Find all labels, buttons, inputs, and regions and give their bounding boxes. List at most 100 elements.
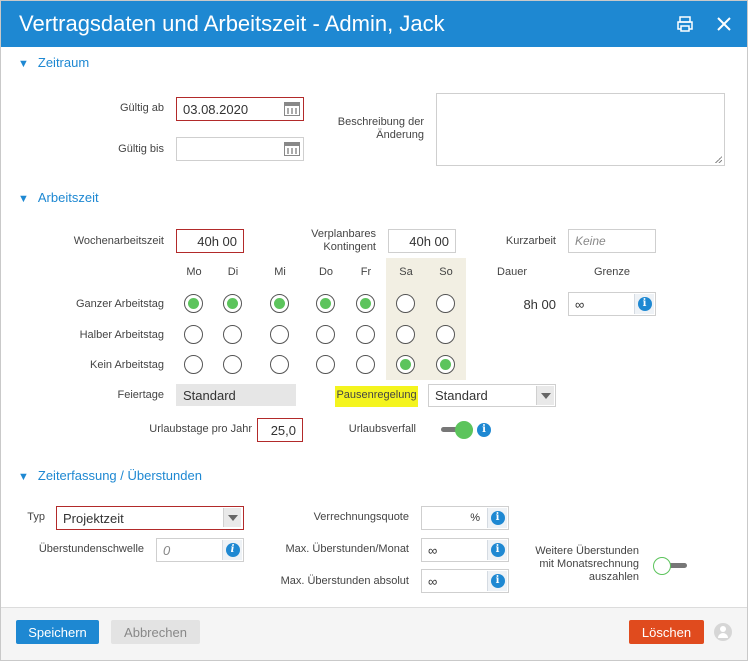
chevron-down-icon[interactable] <box>223 508 241 527</box>
typ-select[interactable]: Projektzeit <box>56 506 244 530</box>
day-header-mi: Mi <box>274 266 286 278</box>
day-radio-do[interactable] <box>316 294 335 313</box>
section-zeiterfassung[interactable]: ▼ Zeiterfassung / Überstunden <box>18 468 202 486</box>
ueberstundenschwelle-input[interactable]: 0 i <box>156 538 244 562</box>
day-radio-do[interactable] <box>316 355 335 374</box>
day-radio-sa[interactable] <box>396 294 415 313</box>
day-radio-sa[interactable] <box>396 325 415 344</box>
gueltig-ab-input[interactable]: 03.08.2020 <box>176 97 304 121</box>
feiertage-field: Standard <box>176 384 296 406</box>
day-radio-mi[interactable] <box>270 325 289 344</box>
urlaubsverfall-toggle[interactable] <box>439 420 475 440</box>
day-radio-mi[interactable] <box>270 355 289 374</box>
percent-unit: % <box>470 512 480 524</box>
info-icon[interactable]: i <box>487 540 507 560</box>
day-radio-di[interactable] <box>223 325 242 344</box>
calendar-icon[interactable] <box>284 142 300 156</box>
info-icon[interactable]: i <box>222 540 242 560</box>
max-monat-value: ∞ <box>428 542 438 558</box>
day-header-fr: Fr <box>360 266 372 278</box>
user-icon[interactable] <box>714 623 732 641</box>
gueltig-bis-input[interactable] <box>176 137 304 161</box>
max-monat-input[interactable]: ∞ i <box>421 538 509 562</box>
urlaubstage-label: Urlaubstage pro Jahr <box>149 423 252 435</box>
calendar-icon[interactable] <box>284 102 300 116</box>
close-icon[interactable] <box>713 13 735 35</box>
verrechnungsquote-label: Verrechnungsquote <box>313 511 409 523</box>
toggle-knob <box>653 557 671 575</box>
save-button[interactable]: Speichern <box>16 620 99 644</box>
max-monat-label: Max. Überstunden/Monat <box>285 543 409 555</box>
day-radio-fr[interactable] <box>356 355 375 374</box>
day-radio-mo[interactable] <box>184 355 203 374</box>
info-icon[interactable]: i <box>477 423 491 437</box>
dialog-title: Vertragsdaten und Arbeitszeit - Admin, J… <box>19 11 445 36</box>
day-header-di: Di <box>227 266 239 278</box>
section-arbeitszeit[interactable]: ▼ Arbeitszeit <box>18 190 99 208</box>
info-icon[interactable]: i <box>487 508 507 528</box>
grenze-value: ∞ <box>575 296 585 312</box>
day-radio-so[interactable] <box>436 355 455 374</box>
pausenregelung-label: Pausenregelung <box>336 389 417 401</box>
max-absolut-input[interactable]: ∞ i <box>421 569 509 593</box>
max-absolut-label: Max. Überstunden absolut <box>280 575 409 587</box>
urlaubsverfall-label: Urlaubsverfall <box>348 423 416 435</box>
verrechnungsquote-input[interactable]: % i <box>421 506 509 530</box>
kurzarbeit-label: Kurzarbeit <box>505 235 556 247</box>
day-radio-mo[interactable] <box>184 325 203 344</box>
print-icon[interactable] <box>674 13 696 35</box>
kurzarbeit-input[interactable]: Keine <box>568 229 656 253</box>
max-absolut-value: ∞ <box>428 573 438 589</box>
day-radio-mi[interactable] <box>270 294 289 313</box>
day-radio-so[interactable] <box>436 325 455 344</box>
day-radio-do[interactable] <box>316 325 335 344</box>
row-label: Halber Arbeitstag <box>79 329 164 341</box>
info-icon[interactable]: i <box>487 571 507 591</box>
kurzarbeit-placeholder: Keine <box>575 234 606 248</box>
day-radio-di[interactable] <box>223 355 242 374</box>
wochenarbeitszeit-label: Wochenarbeitszeit <box>73 235 164 247</box>
section-zeitraum[interactable]: ▼ Zeitraum <box>18 55 89 73</box>
dauer-value: 8h 00 <box>523 297 556 312</box>
section-zeitraum-label: Zeitraum <box>37 55 90 70</box>
delete-button[interactable]: Löschen <box>629 620 704 644</box>
row-label: Kein Arbeitstag <box>90 359 164 371</box>
collapse-icon: ▼ <box>18 193 29 205</box>
day-radio-mo[interactable] <box>184 294 203 313</box>
dialog: Vertragsdaten und Arbeitszeit - Admin, J… <box>0 0 748 661</box>
typ-value: Projektzeit <box>63 510 124 526</box>
beschreibung-label: Beschreibung der Änderung <box>337 116 424 141</box>
section-arbeitszeit-label: Arbeitszeit <box>37 190 99 205</box>
day-header-mo: Mo <box>186 266 202 278</box>
day-radio-fr[interactable] <box>356 325 375 344</box>
typ-label: Typ <box>27 511 45 523</box>
day-radio-fr[interactable] <box>356 294 375 313</box>
dialog-body: ▼ Zeitraum Gültig ab 03.08.2020 Gültig bi… <box>1 47 747 607</box>
day-radio-sa[interactable] <box>396 355 415 374</box>
dialog-footer: Speichern Abbrechen Löschen <box>1 607 747 660</box>
pausenregelung-select[interactable]: Standard <box>428 384 556 407</box>
chevron-down-icon[interactable] <box>536 386 554 405</box>
day-header-so: So <box>439 266 453 278</box>
day-radio-di[interactable] <box>223 294 242 313</box>
grenze-input[interactable]: ∞ i <box>568 292 656 316</box>
title-bar: Vertragsdaten und Arbeitszeit - Admin, J… <box>1 1 747 47</box>
urlaubstage-input[interactable]: 25,0 <box>257 418 303 442</box>
verplanbar-value: 40h 00 <box>409 233 449 249</box>
weitere-ueberstunden-toggle[interactable] <box>653 556 689 576</box>
wochenarbeitszeit-input[interactable]: 40h 00 <box>176 229 244 253</box>
gueltig-ab-label: Gültig ab <box>119 102 164 114</box>
day-header-sa: Sa <box>399 266 413 278</box>
cancel-button[interactable]: Abbrechen <box>111 620 200 644</box>
resize-handle[interactable] <box>715 156 722 163</box>
gueltig-ab-value: 03.08.2020 <box>183 101 249 117</box>
verplanbar-input[interactable]: 40h 00 <box>388 229 456 253</box>
feiertage-value: Standard <box>183 387 236 403</box>
day-header-do: Do <box>318 266 334 278</box>
dauer-label: Dauer <box>497 266 527 278</box>
info-icon[interactable]: i <box>634 294 654 314</box>
grenze-label: Grenze <box>593 266 631 278</box>
day-radio-so[interactable] <box>436 294 455 313</box>
gueltig-bis-label: Gültig bis <box>118 143 164 155</box>
beschreibung-textarea[interactable] <box>436 93 725 166</box>
